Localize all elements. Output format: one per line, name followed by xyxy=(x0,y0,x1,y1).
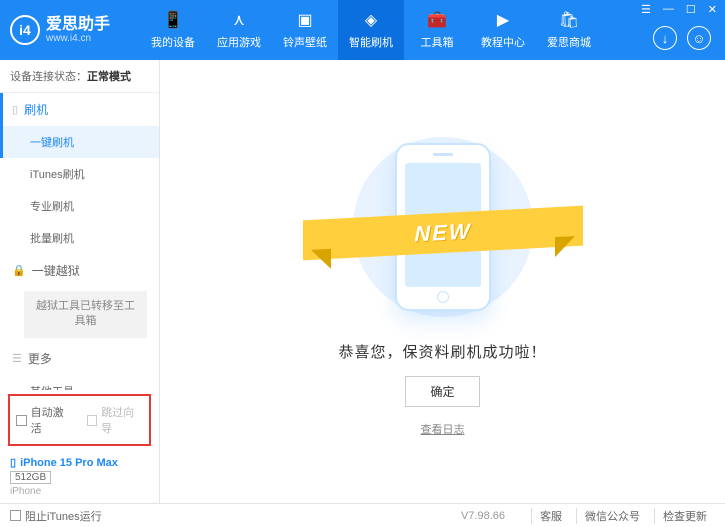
minimize-button[interactable]: — xyxy=(661,3,676,16)
nav-apps[interactable]: ⋏应用游戏 xyxy=(206,0,272,60)
footer-update-link[interactable]: 检查更新 xyxy=(654,508,715,524)
app-url: www.i4.cn xyxy=(46,33,110,44)
status-bar: 阻止iTunes运行 V7.98.66 客服 微信公众号 检查更新 xyxy=(0,503,725,527)
nav-ringtones[interactable]: ▣铃声壁纸 xyxy=(272,0,338,60)
skip-guide-checkbox[interactable]: 跳过向导 xyxy=(87,404,144,436)
tutorial-icon: ▶ xyxy=(493,10,513,30)
nav-store[interactable]: 🛍爱思商城 xyxy=(536,0,602,60)
store-icon: 🛍 xyxy=(559,10,579,30)
title-bar: i4 爱思助手 www.i4.cn 📱我的设备 ⋏应用游戏 ▣铃声壁纸 ◈智能刷… xyxy=(0,0,725,60)
connection-status: 设备连接状态：正常模式 xyxy=(0,60,159,93)
device-name[interactable]: ▯iPhone 15 Pro Max xyxy=(10,456,149,469)
logo-icon: i4 xyxy=(10,15,40,45)
lock-icon: 🔒 xyxy=(12,264,26,277)
sidebar-group-jailbreak: 🔒一键越狱 xyxy=(0,254,159,287)
device-info: ▯iPhone 15 Pro Max 512GB iPhone xyxy=(0,450,159,503)
sidebar-item-other-tools[interactable]: 其他工具 xyxy=(0,375,159,390)
flash-options-row: 自动激活 跳过向导 xyxy=(8,394,151,446)
footer-wechat-link[interactable]: 微信公众号 xyxy=(576,508,648,524)
apps-icon: ⋏ xyxy=(229,10,249,30)
block-itunes-checkbox[interactable]: 阻止iTunes运行 xyxy=(10,508,102,524)
device-icon: 📱 xyxy=(163,10,183,30)
list-icon: ☰ xyxy=(12,352,22,365)
auto-activate-checkbox[interactable]: 自动激活 xyxy=(16,404,73,436)
flash-icon: ◈ xyxy=(361,10,381,30)
phone-icon: ▯ xyxy=(12,103,18,116)
menu-icon[interactable]: ☰ xyxy=(639,3,653,16)
sidebar-item-itunes-flash[interactable]: iTunes刷机 xyxy=(0,158,159,190)
sidebar-item-pro-flash[interactable]: 专业刷机 xyxy=(0,190,159,222)
app-name: 爱思助手 xyxy=(46,16,110,34)
new-ribbon: NEW xyxy=(303,205,583,260)
wallpaper-icon: ▣ xyxy=(295,10,315,30)
toolbox-icon: 🧰 xyxy=(427,10,447,30)
nav-toolbox[interactable]: 🧰工具箱 xyxy=(404,0,470,60)
device-icon: ▯ xyxy=(10,456,16,469)
nav-tutorials[interactable]: ▶教程中心 xyxy=(470,0,536,60)
top-nav: 📱我的设备 ⋏应用游戏 ▣铃声壁纸 ◈智能刷机 🧰工具箱 ▶教程中心 🛍爱思商城 xyxy=(140,0,602,60)
version-label: V7.98.66 xyxy=(461,510,505,522)
footer-support-link[interactable]: 客服 xyxy=(531,508,570,524)
ok-button[interactable]: 确定 xyxy=(405,376,479,407)
close-button[interactable]: ✕ xyxy=(706,3,719,16)
maximize-button[interactable]: ☐ xyxy=(684,3,698,16)
nav-my-device[interactable]: 📱我的设备 xyxy=(140,0,206,60)
sidebar-group-flash[interactable]: ▯刷机 xyxy=(0,93,159,126)
sidebar-group-more[interactable]: ☰更多 xyxy=(0,342,159,375)
logo-block: i4 爱思助手 www.i4.cn xyxy=(10,15,140,45)
user-icon[interactable]: ☺ xyxy=(687,26,711,50)
sidebar-item-batch-flash[interactable]: 批量刷机 xyxy=(0,222,159,254)
main-content: NEW 恭喜您，保资料刷机成功啦！ 确定 查看日志 xyxy=(160,60,725,503)
device-storage: 512GB xyxy=(10,471,51,484)
sidebar-item-oneclick-flash[interactable]: 一键刷机 xyxy=(0,126,159,158)
nav-flash[interactable]: ◈智能刷机 xyxy=(338,0,404,60)
download-icon[interactable]: ↓ xyxy=(653,26,677,50)
view-log-link[interactable]: 查看日志 xyxy=(421,421,465,437)
device-type: iPhone xyxy=(10,486,149,497)
header-actions: ↓ ☺ xyxy=(653,26,711,50)
jailbreak-moved-note: 越狱工具已转移至工具箱 xyxy=(24,291,147,338)
window-controls: ☰ — ☐ ✕ xyxy=(639,3,719,16)
sidebar: 设备连接状态：正常模式 ▯刷机 一键刷机 iTunes刷机 专业刷机 批量刷机 … xyxy=(0,60,160,503)
success-message: 恭喜您，保资料刷机成功啦！ xyxy=(338,341,546,362)
success-illustration: NEW xyxy=(343,127,543,327)
